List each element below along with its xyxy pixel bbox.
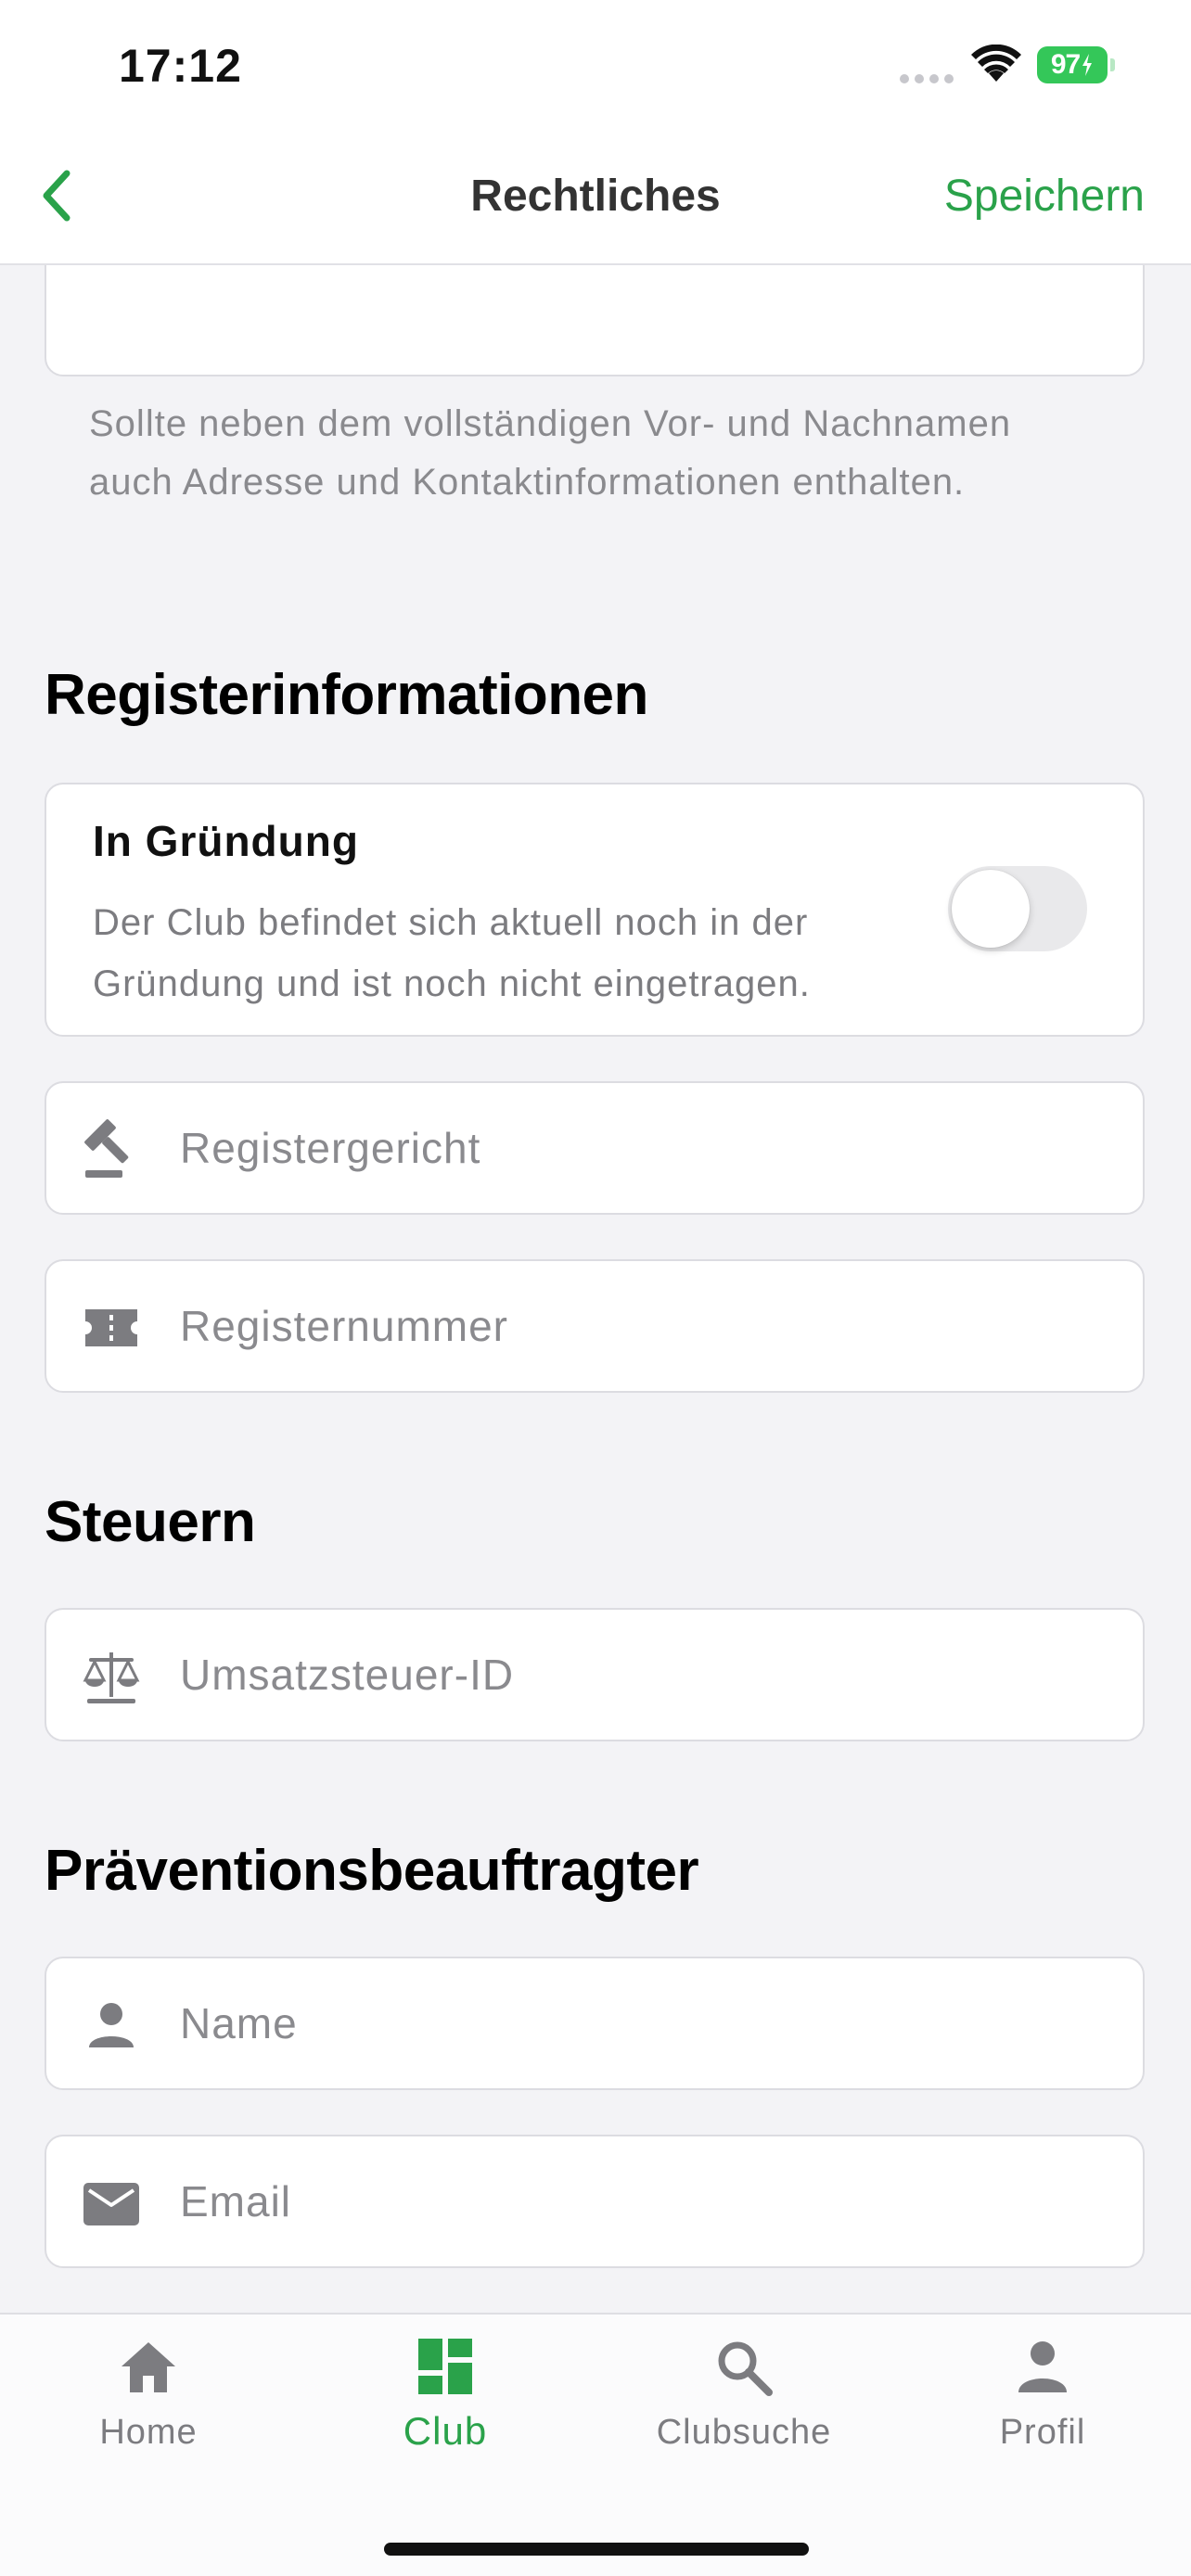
name-field[interactable] xyxy=(45,1957,1145,2090)
scale-icon xyxy=(80,1645,143,1708)
email-input[interactable] xyxy=(180,2136,1108,2266)
tab-club-label: Club xyxy=(403,2409,488,2453)
mail-icon xyxy=(80,2172,143,2235)
home-icon xyxy=(122,2342,175,2392)
tab-clubsuche[interactable]: Clubsuche xyxy=(596,2335,892,2474)
wifi-icon xyxy=(971,45,1021,82)
battery-level: 97 xyxy=(1050,49,1081,80)
tab-home-label: Home xyxy=(99,2413,198,2452)
home-indicator xyxy=(384,2543,809,2556)
email-field[interactable] xyxy=(45,2135,1145,2268)
umsatzsteuer-field[interactable] xyxy=(45,1608,1145,1741)
dashboard-icon xyxy=(418,2339,472,2394)
ticket-icon xyxy=(80,1296,143,1359)
tab-home[interactable]: Home xyxy=(0,2335,297,2474)
status-bar: 17:12 97 xyxy=(0,0,1191,130)
registernummer-input[interactable] xyxy=(180,1261,1108,1391)
gavel-icon xyxy=(80,1118,143,1181)
navigation-bar: Rechtliches Speichern xyxy=(0,130,1191,265)
registergericht-field[interactable] xyxy=(45,1081,1145,1215)
umsatzsteuer-input[interactable] xyxy=(180,1610,1108,1740)
registergericht-input[interactable] xyxy=(180,1083,1108,1213)
tab-profil-label: Profil xyxy=(999,2413,1086,2452)
name-input[interactable] xyxy=(180,1958,1108,2088)
section-title-registerinformationen: Registerinformationen xyxy=(45,663,648,727)
save-button[interactable]: Speichern xyxy=(944,171,1145,222)
section-title-steuern: Steuern xyxy=(45,1490,256,1554)
search-icon xyxy=(718,2341,773,2396)
helper-text: Sollte neben dem vollständigen Vor- und … xyxy=(89,403,1012,503)
toggle-knob xyxy=(952,870,1030,948)
in-gruendung-title: In Gründung xyxy=(93,817,359,865)
tab-profil[interactable]: Profil xyxy=(894,2335,1191,2474)
scroll-content[interactable]: Sollte neben dem vollständigen Vor- und … xyxy=(0,265,1191,2313)
battery-cap xyxy=(1110,58,1115,71)
contact-text-area[interactable] xyxy=(45,265,1145,376)
in-gruendung-card: In Gründung Der Club befindet sich aktue… xyxy=(45,783,1145,1037)
registernummer-field[interactable] xyxy=(45,1259,1145,1393)
person-icon xyxy=(1018,2341,1067,2392)
tab-bar: Home Club Clubsuche Profil xyxy=(0,2313,1191,2576)
in-gruendung-toggle[interactable] xyxy=(948,866,1087,951)
cellular-signal-icon xyxy=(900,74,954,83)
in-gruendung-description: Der Club befindet sich aktuell noch in d… xyxy=(93,902,811,1004)
person-icon xyxy=(80,1994,143,2057)
status-time: 17:12 xyxy=(119,40,242,92)
section-title-praeventionsbeauftragter: Präventionsbeauftragter xyxy=(45,1839,699,1903)
battery-icon: 97 xyxy=(1037,46,1108,83)
tab-club[interactable]: Club xyxy=(297,2335,594,2474)
tab-clubsuche-label: Clubsuche xyxy=(656,2413,832,2452)
